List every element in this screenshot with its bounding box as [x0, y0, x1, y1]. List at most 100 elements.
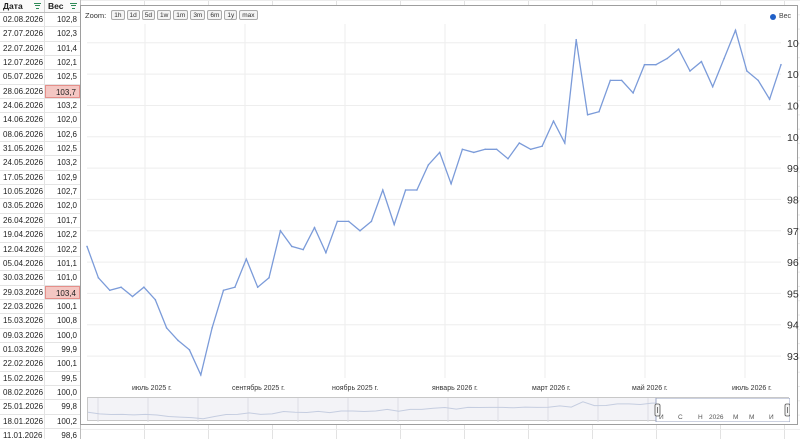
table-row[interactable]: 24.06.2026 103,2: [0, 99, 80, 114]
table-row[interactable]: 24.05.2026 103,2: [0, 156, 80, 171]
cell-date[interactable]: 09.03.2026: [0, 328, 45, 342]
table-row[interactable]: 14.06.2026 102,0: [0, 113, 80, 128]
table-row[interactable]: 10.05.2026 102,7: [0, 185, 80, 200]
cell-weight[interactable]: 101,1: [45, 257, 80, 270]
cell-date[interactable]: 02.08.2026: [0, 13, 45, 27]
cell-weight[interactable]: 100,0: [45, 386, 80, 399]
cell-weight[interactable]: 102,1: [45, 56, 80, 69]
table-row[interactable]: 22.02.2026 100,1: [0, 357, 80, 372]
table-row[interactable]: 22.07.2026 101,4: [0, 41, 80, 57]
cell-weight[interactable]: 102,3: [45, 27, 80, 40]
table-row[interactable]: 08.06.2026 102,6: [0, 127, 80, 143]
cell-weight[interactable]: 99,5: [45, 372, 80, 385]
table-row[interactable]: 11.01.2026 98,6: [0, 428, 80, 439]
table-row[interactable]: 17.05.2026 102,9: [0, 170, 80, 186]
cell-date[interactable]: 17.05.2026: [0, 170, 45, 185]
cell-date[interactable]: 26.04.2026: [0, 213, 45, 228]
table-row[interactable]: 30.03.2026 101,0: [0, 271, 80, 286]
cell-date[interactable]: 15.03.2026: [0, 314, 45, 328]
table-row[interactable]: 05.07.2026 102,5: [0, 70, 80, 85]
cell-weight[interactable]: 102,6: [45, 128, 80, 141]
cell-weight[interactable]: 102,2: [45, 243, 80, 256]
cell-weight[interactable]: 101,0: [45, 271, 80, 284]
cell-date[interactable]: 08.06.2026: [0, 127, 45, 142]
table-row[interactable]: 19.04.2026 102,2: [0, 228, 80, 243]
zoom-button-5d[interactable]: 5d: [141, 10, 155, 20]
cell-weight[interactable]: 103,7: [45, 84, 80, 99]
cell-weight[interactable]: 99,9: [45, 343, 80, 356]
table-row[interactable]: 15.02.2026 99,5: [0, 371, 80, 386]
cell-date[interactable]: 25.01.2026: [0, 400, 45, 414]
table-row[interactable]: 26.04.2026 101,7: [0, 213, 80, 229]
cell-date[interactable]: 14.06.2026: [0, 113, 45, 127]
cell-date[interactable]: 01.03.2026: [0, 342, 45, 357]
cell-weight[interactable]: 101,7: [45, 214, 80, 227]
table-row[interactable]: 18.01.2026 100,2: [0, 414, 80, 429]
cell-weight[interactable]: 100,0: [45, 329, 80, 342]
cell-weight[interactable]: 103,2: [45, 99, 80, 112]
cell-date[interactable]: 03.05.2026: [0, 199, 45, 213]
chart-legend[interactable]: Вес: [769, 13, 791, 20]
cell-weight[interactable]: 102,9: [45, 171, 80, 184]
cell-weight[interactable]: 102,7: [45, 185, 80, 198]
cell-date[interactable]: 08.02.2026: [0, 385, 45, 400]
table-row[interactable]: 12.04.2026 102,2: [0, 242, 80, 257]
cell-date[interactable]: 22.02.2026: [0, 357, 45, 371]
cell-weight[interactable]: 102,0: [45, 113, 80, 126]
table-row[interactable]: 25.01.2026 99,8: [0, 400, 80, 415]
cell-weight[interactable]: 100,8: [45, 314, 80, 327]
cell-weight[interactable]: 102,5: [45, 70, 80, 83]
filter-icon[interactable]: [70, 3, 77, 9]
zoom-button-1m[interactable]: 1m: [173, 10, 189, 20]
range-navigator[interactable]: И С Н 2026 М М И: [87, 397, 791, 423]
cell-date[interactable]: 19.04.2026: [0, 228, 45, 242]
column-header-date[interactable]: Дата: [0, 0, 45, 12]
cell-date[interactable]: 10.05.2026: [0, 185, 45, 199]
zoom-button-1h[interactable]: 1h: [111, 10, 125, 20]
cell-date[interactable]: 12.07.2026: [0, 56, 45, 70]
cell-weight[interactable]: 102,0: [45, 199, 80, 212]
cell-date[interactable]: 29.03.2026: [0, 285, 45, 299]
table-row[interactable]: 15.03.2026 100,8: [0, 314, 80, 329]
cell-date[interactable]: 05.07.2026: [0, 70, 45, 84]
cell-date[interactable]: 22.03.2026: [0, 299, 45, 314]
zoom-button-1d[interactable]: 1d: [126, 10, 140, 20]
cell-weight[interactable]: 103,2: [45, 156, 80, 169]
cell-weight[interactable]: 98,6: [45, 429, 80, 439]
zoom-button-max[interactable]: max: [239, 10, 258, 20]
table-row[interactable]: 22.03.2026 100,1: [0, 299, 80, 315]
table-row[interactable]: 31.05.2026 102,5: [0, 142, 80, 157]
filter-icon[interactable]: [34, 3, 41, 9]
cell-weight[interactable]: 102,8: [45, 13, 80, 26]
cell-weight[interactable]: 102,5: [45, 142, 80, 155]
cell-weight[interactable]: 100,1: [45, 300, 80, 313]
table-row[interactable]: 28.06.2026 103,7: [0, 84, 80, 100]
cell-weight[interactable]: 103,4: [45, 285, 80, 299]
table-row[interactable]: 05.04.2026 101,1: [0, 256, 80, 272]
table-row[interactable]: 29.03.2026 103,4: [0, 285, 80, 300]
zoom-button-6m[interactable]: 6m: [207, 10, 223, 20]
cell-weight[interactable]: 100,2: [45, 415, 80, 428]
cell-date[interactable]: 12.04.2026: [0, 242, 45, 256]
cell-weight[interactable]: 102,2: [45, 228, 80, 241]
zoom-button-3m[interactable]: 3m: [190, 10, 206, 20]
cell-date[interactable]: 11.01.2026: [0, 428, 45, 439]
table-row[interactable]: 01.03.2026 99,9: [0, 342, 80, 358]
table-row[interactable]: 12.07.2026 102,1: [0, 56, 80, 71]
table-row[interactable]: 02.08.2026 102,8: [0, 13, 80, 28]
cell-date[interactable]: 24.05.2026: [0, 156, 45, 170]
cell-date[interactable]: 31.05.2026: [0, 142, 45, 156]
cell-date[interactable]: 05.04.2026: [0, 256, 45, 271]
table-row[interactable]: 27.07.2026 102,3: [0, 27, 80, 42]
cell-date[interactable]: 30.03.2026: [0, 271, 45, 285]
cell-date[interactable]: 22.07.2026: [0, 41, 45, 56]
zoom-button-1w[interactable]: 1w: [156, 10, 172, 20]
table-row[interactable]: 09.03.2026 100,0: [0, 328, 80, 343]
column-header-weight[interactable]: Вес: [45, 0, 80, 12]
cell-weight[interactable]: 99,8: [45, 400, 80, 413]
cell-date[interactable]: 15.02.2026: [0, 371, 45, 385]
cell-weight[interactable]: 100,1: [45, 357, 80, 370]
cell-date[interactable]: 18.01.2026: [0, 414, 45, 428]
cell-date[interactable]: 24.06.2026: [0, 99, 45, 113]
table-row[interactable]: 08.02.2026 100,0: [0, 385, 80, 401]
